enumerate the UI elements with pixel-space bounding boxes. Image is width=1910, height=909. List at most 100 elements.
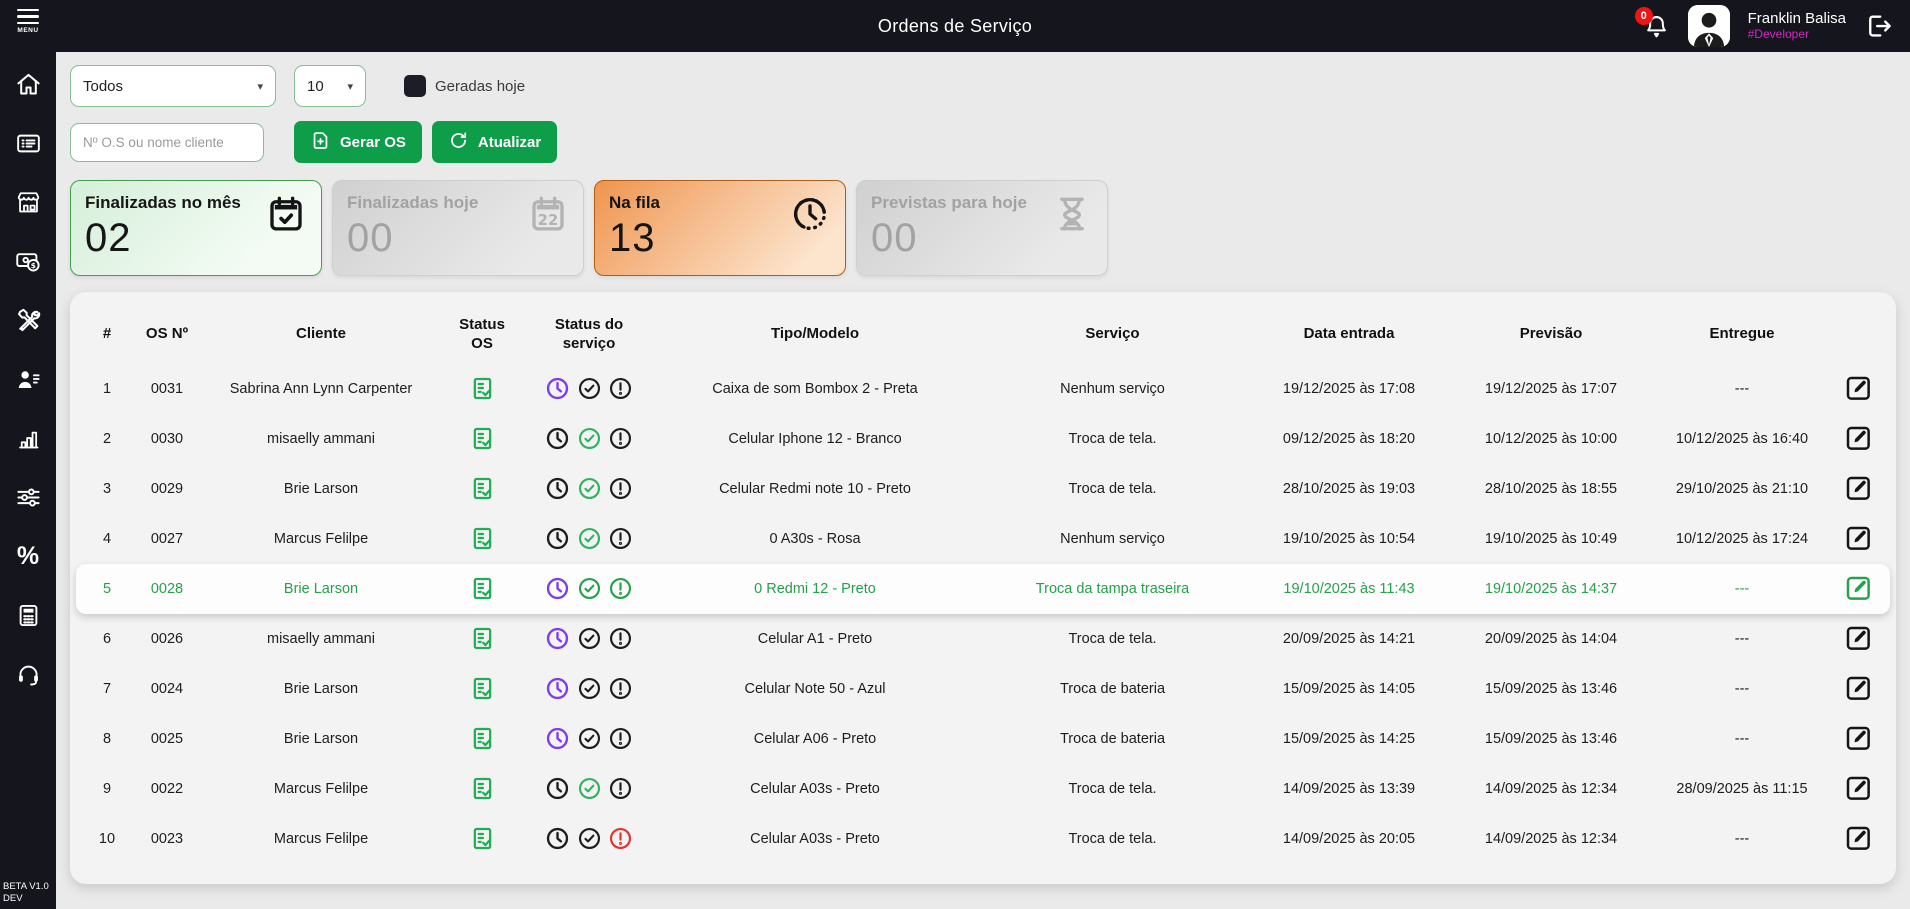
edit-pencil-icon: [1843, 373, 1873, 403]
edit-pencil-icon: [1843, 823, 1873, 853]
edit-order-button[interactable]: [1841, 521, 1875, 555]
table-row[interactable]: 5 0028 Brie Larson: [76, 564, 1890, 614]
stat-card-finished-month[interactable]: Finalizadas no mês 02: [70, 180, 322, 276]
edit-order-button[interactable]: [1841, 621, 1875, 655]
delivered-date: 10/12/2025 às 16:40: [1649, 431, 1835, 447]
client-name: Marcus Felilpe: [206, 831, 436, 847]
edit-order-button[interactable]: [1841, 371, 1875, 405]
generate-os-button[interactable]: Gerar OS: [294, 121, 422, 163]
table-row[interactable]: 4 0027 Marcus Felilpe: [86, 514, 1880, 564]
table-row[interactable]: 6 0026 misaelly ammani: [86, 614, 1880, 664]
store-icon: [15, 189, 42, 216]
sidebar-item-payments[interactable]: $: [14, 247, 42, 275]
edit-pencil-icon: [1843, 623, 1873, 653]
notifications-button[interactable]: 0: [1643, 13, 1670, 40]
os-number: 0022: [128, 781, 206, 797]
row-index: 7: [86, 681, 128, 697]
table-row[interactable]: 9 0022 Marcus Felilpe: [86, 764, 1880, 814]
client-name: Brie Larson: [206, 681, 436, 697]
avatar[interactable]: [1688, 5, 1730, 47]
table-row[interactable]: 8 0025 Brie Larson: [86, 714, 1880, 764]
generated-today-checkbox[interactable]: [404, 75, 426, 97]
sidebar-item-service-orders[interactable]: [14, 129, 42, 157]
refresh-button[interactable]: Atualizar: [432, 121, 557, 163]
sidebar-item-settings[interactable]: [14, 483, 42, 511]
clock-dotted-icon: [789, 193, 831, 235]
sidebar-item-reports[interactable]: [14, 424, 42, 452]
forecast-date: 14/09/2025 às 12:34: [1453, 831, 1649, 847]
forecast-date: 19/12/2025 às 17:07: [1453, 381, 1649, 397]
type-model: 0 A30s - Rosa: [650, 531, 980, 547]
sidebar-item-support[interactable]: [14, 660, 42, 688]
table-row[interactable]: 1 0031 Sabrina Ann Lynn Carpenter: [86, 364, 1880, 414]
edit-order-button[interactable]: [1841, 471, 1875, 505]
type-model: Celular Redmi note 10 - Preto: [650, 481, 980, 497]
service: Troca da tampa traseira: [980, 581, 1245, 597]
edit-order-button[interactable]: [1841, 771, 1875, 805]
os-number: 0028: [128, 581, 206, 597]
os-number: 0030: [128, 431, 206, 447]
sidebar-item-store[interactable]: [14, 188, 42, 216]
status-os-cell: [436, 725, 528, 752]
sidebar-item-calculator[interactable]: [14, 601, 42, 629]
status-os-cell: [436, 375, 528, 402]
stat-card-in-queue[interactable]: Na fila 13: [594, 180, 846, 276]
service: Troca de bateria: [980, 681, 1245, 697]
alert-circle-icon: [607, 530, 634, 546]
status-os-cell: [436, 775, 528, 802]
type-model: Celular A1 - Preto: [650, 631, 980, 647]
page-title: Ordens de Serviço: [878, 16, 1032, 37]
delivered-date: 28/09/2025 às 11:15: [1649, 781, 1835, 797]
os-number: 0026: [128, 631, 206, 647]
table-row[interactable]: 3 0029 Brie Larson: [86, 464, 1880, 514]
check-circle-icon: [576, 830, 607, 846]
type-model: Celular Note 50 - Azul: [650, 681, 980, 697]
user-role: #Developer: [1748, 28, 1846, 42]
client-name: Sabrina Ann Lynn Carpenter: [206, 381, 436, 397]
row-index: 3: [86, 481, 128, 497]
table-row[interactable]: 10 0023 Marcus Felilpe: [86, 814, 1880, 864]
service-status-cell: [528, 775, 650, 802]
edit-order-button[interactable]: [1841, 671, 1875, 705]
status-os-cell: [436, 675, 528, 702]
status-os-cell: [436, 425, 528, 452]
edit-pencil-icon: [1843, 773, 1873, 803]
generated-today-label: Geradas hoje: [435, 78, 525, 95]
os-number: 0029: [128, 481, 206, 497]
page-size-select[interactable]: 10 ▾: [294, 65, 366, 107]
sidebar-item-home[interactable]: [14, 70, 42, 98]
edit-order-button[interactable]: [1841, 421, 1875, 455]
document-check-icon: [469, 480, 496, 496]
service: Troca de tela.: [980, 831, 1245, 847]
clock-pending-icon: [544, 630, 575, 646]
clients-list-icon: [15, 366, 42, 393]
table-body: 1 0031 Sabrina Ann Lynn Carpenter: [86, 364, 1880, 864]
sidebar-item-clients[interactable]: [14, 365, 42, 393]
alert-circle-icon: [607, 380, 634, 396]
calendar-check-icon: [265, 193, 307, 235]
search-input[interactable]: [70, 123, 264, 162]
notification-badge: 0: [1635, 7, 1653, 25]
svg-text:$: $: [30, 260, 35, 269]
table-row[interactable]: 7 0024 Brie Larson: [86, 664, 1880, 714]
edit-order-button[interactable]: [1841, 821, 1875, 855]
logout-button[interactable]: [1864, 11, 1894, 41]
type-model: Celular A06 - Preto: [650, 731, 980, 747]
sidebar-item-discounts[interactable]: %: [14, 542, 42, 570]
edit-order-button[interactable]: [1841, 571, 1875, 605]
stat-card-due-today[interactable]: Previstas para hoje 00: [856, 180, 1108, 276]
table-row[interactable]: 2 0030 misaelly ammani: [86, 414, 1880, 464]
client-name: misaelly ammani: [206, 431, 436, 447]
row-index: 4: [86, 531, 128, 547]
os-number: 0024: [128, 681, 206, 697]
check-circle-icon: [576, 480, 607, 496]
document-check-icon: [469, 730, 496, 746]
table-header: # OS Nº Cliente Status OS Status do serv…: [86, 304, 1880, 364]
edit-order-button[interactable]: [1841, 721, 1875, 755]
service-status-cell: [528, 425, 650, 452]
status-filter-select[interactable]: Todos ▾: [70, 65, 276, 107]
sidebar-item-services-tools[interactable]: [14, 306, 42, 334]
stat-card-finished-today[interactable]: Finalizadas hoje 00 22: [332, 180, 584, 276]
alert-circle-icon: [607, 480, 634, 496]
menu-button[interactable]: MENU: [17, 9, 39, 34]
